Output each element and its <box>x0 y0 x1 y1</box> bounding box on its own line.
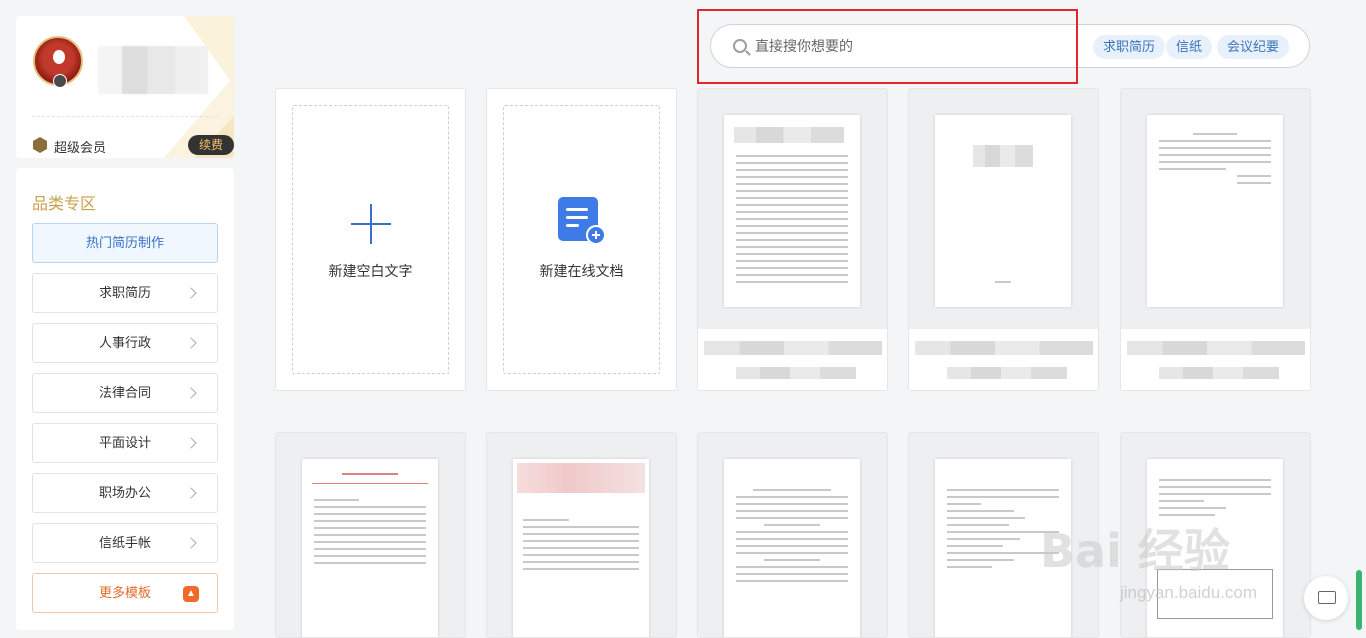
baidu-watermark-url: jingyan.baidu.com <box>1120 583 1258 602</box>
template-title-blurred <box>1127 341 1305 355</box>
template-page <box>302 459 438 637</box>
template-card[interactable] <box>275 432 466 638</box>
category-label: 热门简历制作 <box>85 235 164 250</box>
feedback-chat-icon[interactable] <box>1304 576 1348 620</box>
template-thumbnail <box>698 89 887 329</box>
template-page <box>1147 115 1283 307</box>
template-page <box>724 115 860 307</box>
vip-icon <box>33 137 47 153</box>
template-card[interactable] <box>697 88 888 391</box>
search-tag-minutes[interactable]: 会议纪要 <box>1217 35 1290 59</box>
online-doc-icon <box>558 197 606 245</box>
template-thumbnail <box>1121 89 1310 329</box>
category-label: 更多模板 <box>98 585 151 600</box>
template-card[interactable] <box>697 432 888 638</box>
category-letter-paper[interactable]: 信纸手帐 <box>32 523 218 563</box>
template-title-blurred <box>915 341 1093 355</box>
category-label: 平面设计 <box>98 435 151 450</box>
template-page <box>513 459 649 637</box>
plus-icon <box>351 204 391 244</box>
avatar-face <box>53 50 65 64</box>
template-thumbnail <box>909 89 1098 329</box>
chevron-right-icon <box>185 437 197 449</box>
category-label: 人事行政 <box>98 335 151 350</box>
category-hot-resume[interactable]: 热门简历制作 <box>32 223 218 263</box>
template-meta-blurred <box>1159 367 1279 379</box>
template-thumbnail <box>698 433 887 637</box>
category-label: 法律合同 <box>98 385 151 400</box>
profile-card: 超级会员 续费 <box>16 16 234 158</box>
search-tag-resume[interactable]: 求职简历 <box>1093 35 1166 59</box>
vip-label: 超级会员 <box>54 140 107 155</box>
template-thumbnail <box>487 433 676 637</box>
template-meta-blurred <box>736 367 856 379</box>
chevron-right-icon <box>185 487 197 499</box>
new-online-doc-card[interactable]: 新建在线文档 <box>486 88 677 391</box>
template-thumbnail <box>276 433 465 637</box>
chevron-right-icon <box>185 387 197 399</box>
category-job-resume[interactable]: 求职简历 <box>32 273 218 313</box>
category-hr-admin[interactable]: 人事行政 <box>32 323 218 363</box>
search-tag-letter[interactable]: 信纸 <box>1166 35 1213 59</box>
avatar[interactable] <box>33 36 83 88</box>
template-page <box>935 115 1071 307</box>
template-page <box>724 459 860 637</box>
category-office[interactable]: 职场办公 <box>32 473 218 513</box>
chevron-right-icon <box>185 537 197 549</box>
category-more-templates[interactable]: 更多模板 ▲ <box>32 573 218 613</box>
category-label: 职场办公 <box>98 485 151 500</box>
renew-button[interactable]: 续费 <box>188 135 234 155</box>
category-label: 求职简历 <box>98 285 151 300</box>
scrollbar-thumb[interactable] <box>1356 570 1362 630</box>
search-highlight-box <box>697 9 1078 84</box>
new-online-label: 新建在线文档 <box>539 263 624 279</box>
new-blank-doc-card[interactable]: 新建空白文字 <box>275 88 466 391</box>
profile-divider <box>32 116 218 117</box>
username-blurred <box>98 46 208 94</box>
template-title-blurred <box>704 341 882 355</box>
vip-badge-icon <box>53 74 67 88</box>
category-label: 信纸手帐 <box>98 535 151 550</box>
category-title: 品类专区 <box>32 196 97 213</box>
chevron-right-icon <box>185 287 197 299</box>
fire-icon: ▲ <box>183 586 199 602</box>
template-card[interactable] <box>908 88 1099 391</box>
category-graphic-design[interactable]: 平面设计 <box>32 423 218 463</box>
chevron-right-icon <box>185 337 197 349</box>
new-blank-label: 新建空白文字 <box>328 263 413 279</box>
baidu-watermark: Bai 经验 <box>1040 524 1230 578</box>
template-card[interactable] <box>1120 88 1311 391</box>
category-legal-contract[interactable]: 法律合同 <box>32 373 218 413</box>
category-panel: 品类专区 热门简历制作 求职简历 人事行政 法律合同 平面设计 职场办公 信纸手… <box>16 168 234 630</box>
template-meta-blurred <box>947 367 1067 379</box>
template-card[interactable] <box>486 432 677 638</box>
